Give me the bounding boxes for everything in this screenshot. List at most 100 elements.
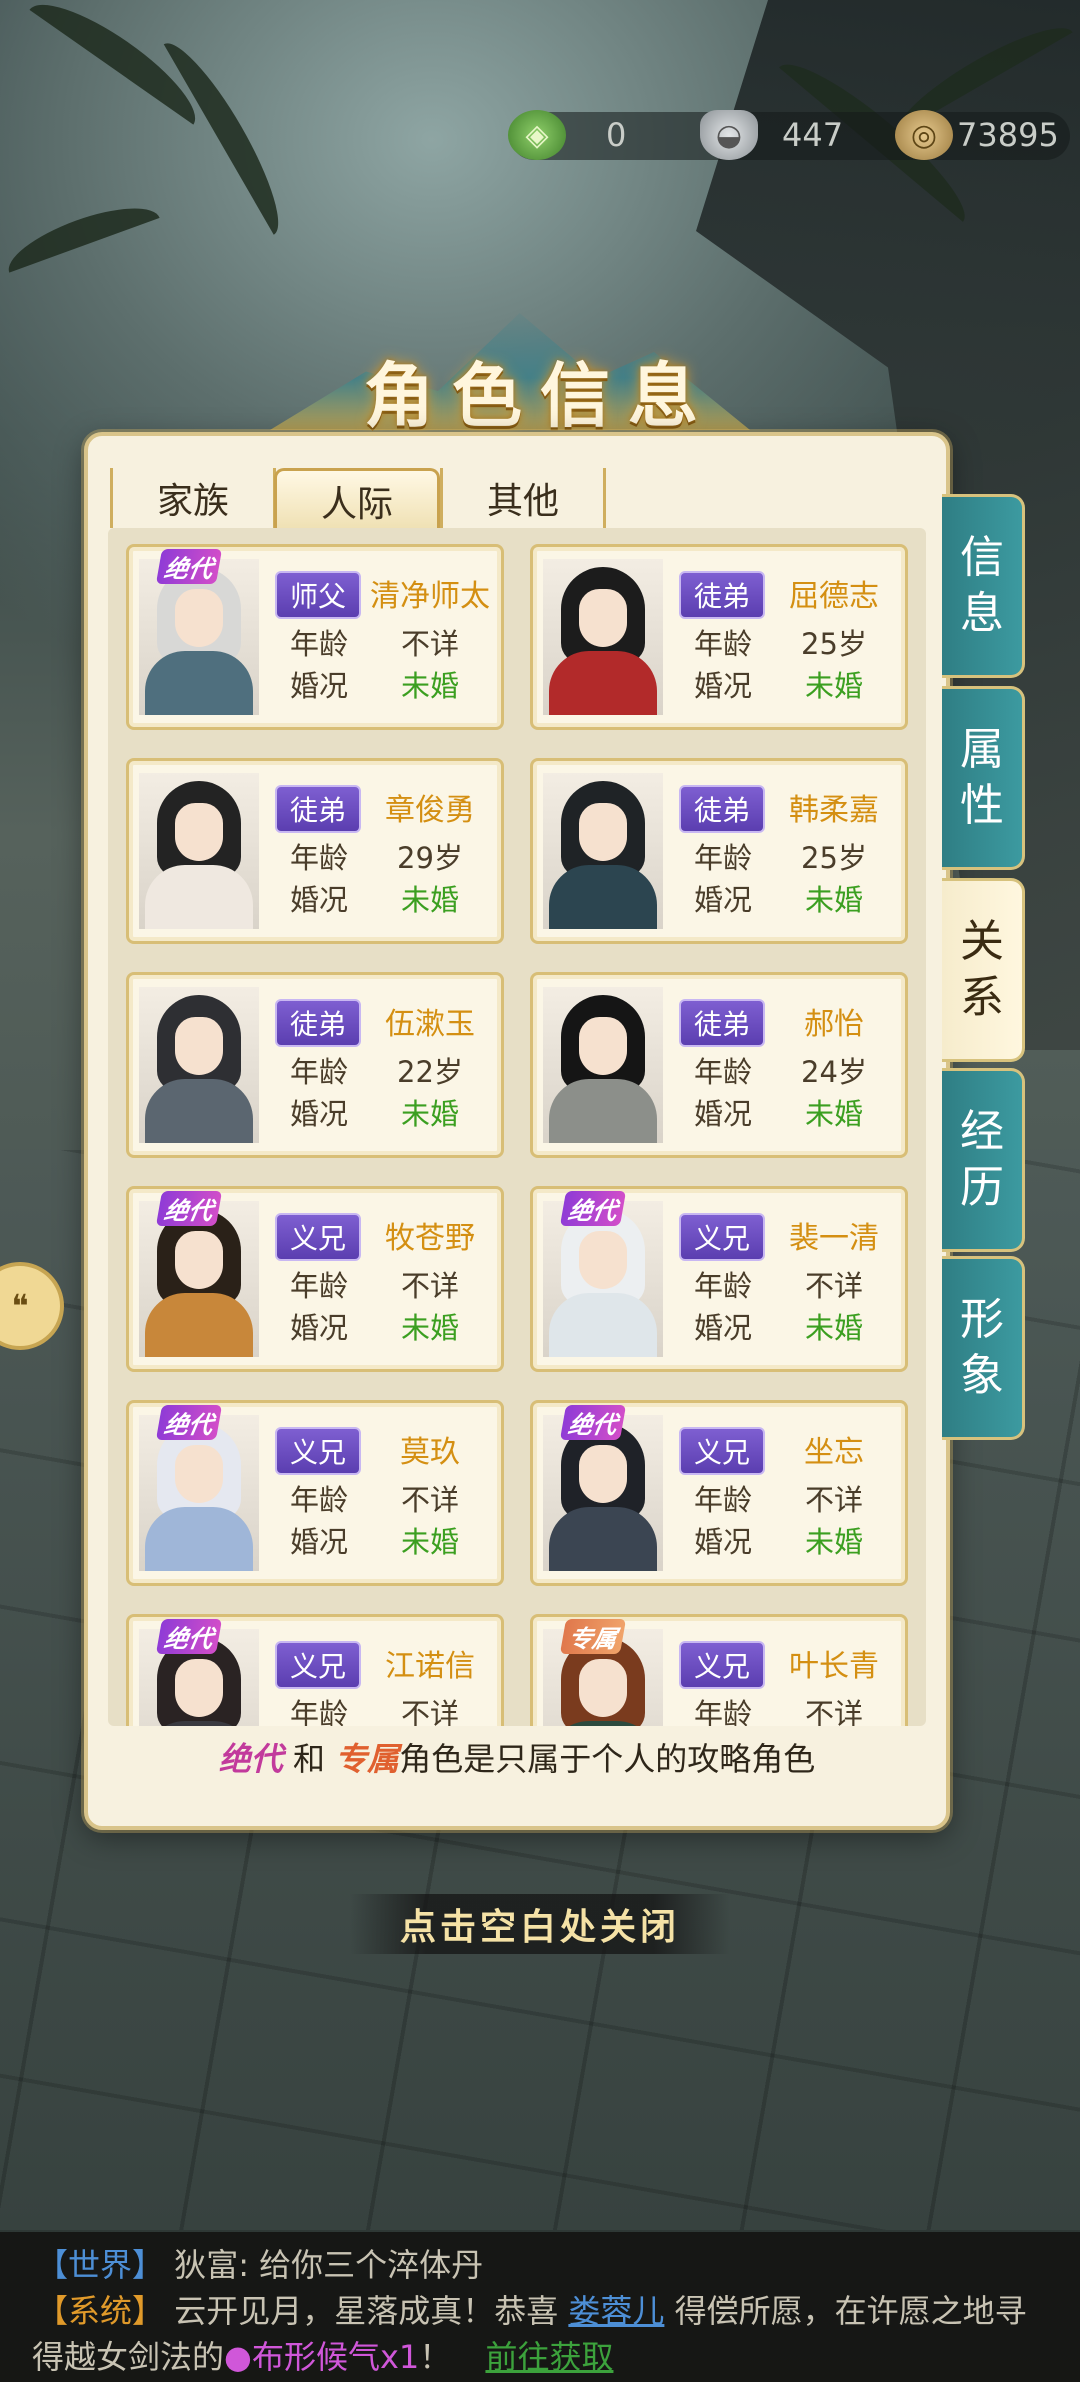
portrait-face — [175, 1445, 223, 1503]
portrait-robe — [145, 1079, 253, 1143]
character-name: 牧苍野 — [385, 1221, 475, 1256]
marriage-value: 未婚 — [804, 1097, 863, 1131]
portrait-robe — [145, 1507, 253, 1571]
portrait-robe — [549, 865, 657, 929]
character-card[interactable]: 绝代 义兄 牧苍野 年龄 不详 婚况 未婚 — [126, 1186, 504, 1372]
age-value: 29岁 — [397, 841, 463, 875]
character-card[interactable]: 徒弟 屈德志 年龄 25岁 婚况 未婚 — [530, 544, 908, 730]
age-value: 不详 — [400, 1269, 459, 1303]
side-tab-char: 信 — [960, 532, 1004, 583]
side-tab-char: 属 — [960, 724, 1004, 775]
footnote-tag-legendary: 绝代 — [218, 1740, 283, 1778]
side-tab-char: 息 — [960, 588, 1004, 639]
age-value: 24岁 — [801, 1055, 867, 1089]
currency-jade[interactable]: ◈ 0 — [508, 108, 626, 162]
portrait-robe — [145, 1293, 253, 1357]
character-card[interactable]: 徒弟 韩柔嘉 年龄 25岁 婚况 未婚 — [530, 758, 908, 944]
age-value: 不详 — [400, 1697, 459, 1726]
side-tab-char: 系 — [960, 972, 1004, 1023]
character-portrait — [139, 773, 259, 929]
chat-message: ！ — [419, 2338, 452, 2376]
side-tab-char: 关 — [960, 916, 1004, 967]
relationship-badge: 义兄 — [679, 1427, 765, 1475]
footnote-text: 角色是只属于个人的攻略角色 — [399, 1740, 816, 1778]
panel-footnote: 绝代 和 专属角色是只属于个人的攻略角色 — [88, 1734, 946, 1780]
portrait-face — [579, 1445, 627, 1503]
portrait-face — [175, 1017, 223, 1075]
marriage-label: 婚况 — [289, 669, 348, 703]
chat-log[interactable]: 【世界】 狄富: 给你三个淬体丹 【系统】 云开见月，星落成真！恭喜 娄蓉儿 得… — [0, 2232, 1080, 2382]
marriage-label: 婚况 — [289, 1097, 348, 1131]
item-icon: ● — [224, 2338, 252, 2376]
marriage-label: 婚况 — [693, 1525, 752, 1559]
side-tab-3[interactable]: 经历 — [942, 1068, 1025, 1252]
character-name: 屈德志 — [789, 579, 879, 614]
age-value: 22岁 — [397, 1055, 463, 1089]
chat-message: 得偿所愿，在许愿之地寻 — [674, 2292, 1027, 2330]
character-card[interactable]: 绝代义兄江诺信年龄不详婚况未婚 — [126, 1614, 504, 1726]
go-obtain-link[interactable]: 前往获取 — [485, 2338, 613, 2376]
rarity-badge: 绝代 — [559, 1405, 627, 1440]
marriage-value: 未婚 — [804, 1311, 863, 1345]
character-card[interactable]: 绝代 义兄 裴一清 年龄 不详 婚况 未婚 — [530, 1186, 908, 1372]
relationship-badge: 徒弟 — [679, 571, 765, 619]
jade-icon: ◈ — [508, 110, 566, 160]
chat-message: 狄富: 给你三个淬体丹 — [174, 2246, 484, 2284]
side-tab-char: 历 — [960, 1162, 1004, 1213]
character-portrait — [139, 987, 259, 1143]
close-hint[interactable]: 点击空白处关闭 — [350, 1894, 730, 1954]
portrait-face — [579, 803, 627, 861]
portrait-face — [175, 589, 223, 647]
relationship-badge: 徒弟 — [275, 785, 361, 833]
character-card[interactable]: 绝代 义兄 莫玖 年龄 不详 婚况 未婚 — [126, 1400, 504, 1586]
relationship-badge: 徒弟 — [679, 999, 765, 1047]
character-portrait — [543, 559, 663, 715]
side-tab-char: 象 — [960, 1350, 1004, 1401]
age-label: 年龄 — [693, 1697, 752, 1726]
character-name: 裴一清 — [789, 1221, 879, 1256]
relationship-badge: 义兄 — [679, 1213, 765, 1261]
relationship-list[interactable]: 绝代 师父 清净师太 年龄 不详 婚况 未婚 徒弟 屈德志 年龄 25岁 婚况 未婚 徒弟 章俊勇 年龄 29岁… — [108, 528, 926, 1726]
player-name-link[interactable]: 娄蓉儿 — [568, 2292, 664, 2330]
character-card[interactable]: 徒弟 章俊勇 年龄 29岁 婚况 未婚 — [126, 758, 504, 944]
portrait-face — [175, 1659, 223, 1717]
portrait-robe — [549, 1079, 657, 1143]
age-label: 年龄 — [289, 841, 348, 875]
side-tab-char: 性 — [960, 780, 1004, 831]
portrait-robe — [549, 1293, 657, 1357]
tab-2[interactable]: 其他 — [440, 468, 606, 528]
character-portrait — [543, 773, 663, 929]
relationship-badge: 义兄 — [275, 1427, 361, 1475]
tab-0[interactable]: 家族 — [110, 468, 276, 528]
marriage-label: 婚况 — [289, 1311, 348, 1345]
character-card[interactable]: 徒弟 伍漱玉 年龄 22岁 婚况 未婚 — [126, 972, 504, 1158]
marriage-value: 未婚 — [804, 883, 863, 917]
footnote-tag-exclusive: 专属 — [335, 1740, 400, 1778]
side-tab-4[interactable]: 形象 — [942, 1256, 1025, 1440]
marriage-label: 婚况 — [693, 883, 752, 917]
character-card[interactable]: 徒弟 郝怡 年龄 24岁 婚况 未婚 — [530, 972, 908, 1158]
side-tab-2[interactable]: 关系 — [942, 878, 1025, 1062]
currency-coins[interactable]: ◎ 73895 — [895, 108, 1059, 162]
coin-amount: 73895 — [957, 116, 1059, 154]
marriage-value: 未婚 — [400, 669, 459, 703]
age-label: 年龄 — [289, 1697, 348, 1726]
character-name: 清净师太 — [370, 579, 490, 614]
tab-1[interactable]: 人际 — [274, 468, 440, 531]
relationship-badge: 徒弟 — [275, 999, 361, 1047]
character-card[interactable]: 绝代 师父 清净师太 年龄 不详 婚况 未婚 — [126, 544, 504, 730]
age-label: 年龄 — [289, 1483, 348, 1517]
side-tab-0[interactable]: 信息 — [942, 494, 1025, 678]
currency-silver[interactable]: ◒ 447 — [700, 108, 843, 162]
relationship-badge: 义兄 — [679, 1641, 765, 1689]
side-tab-1[interactable]: 属性 — [942, 686, 1025, 870]
age-value: 不详 — [400, 1483, 459, 1517]
age-label: 年龄 — [693, 1483, 752, 1517]
character-card[interactable]: 绝代 义兄 坐忘 年龄 不详 婚况 未婚 — [530, 1400, 908, 1586]
portrait-face — [579, 1017, 627, 1075]
relationship-badge: 义兄 — [275, 1213, 361, 1261]
character-name: 坐忘 — [804, 1435, 864, 1470]
character-card[interactable]: 专属义兄叶长青年龄不详婚况未婚 — [530, 1614, 908, 1726]
age-label: 年龄 — [693, 1269, 752, 1303]
footnote-and: 和 — [292, 1740, 325, 1778]
